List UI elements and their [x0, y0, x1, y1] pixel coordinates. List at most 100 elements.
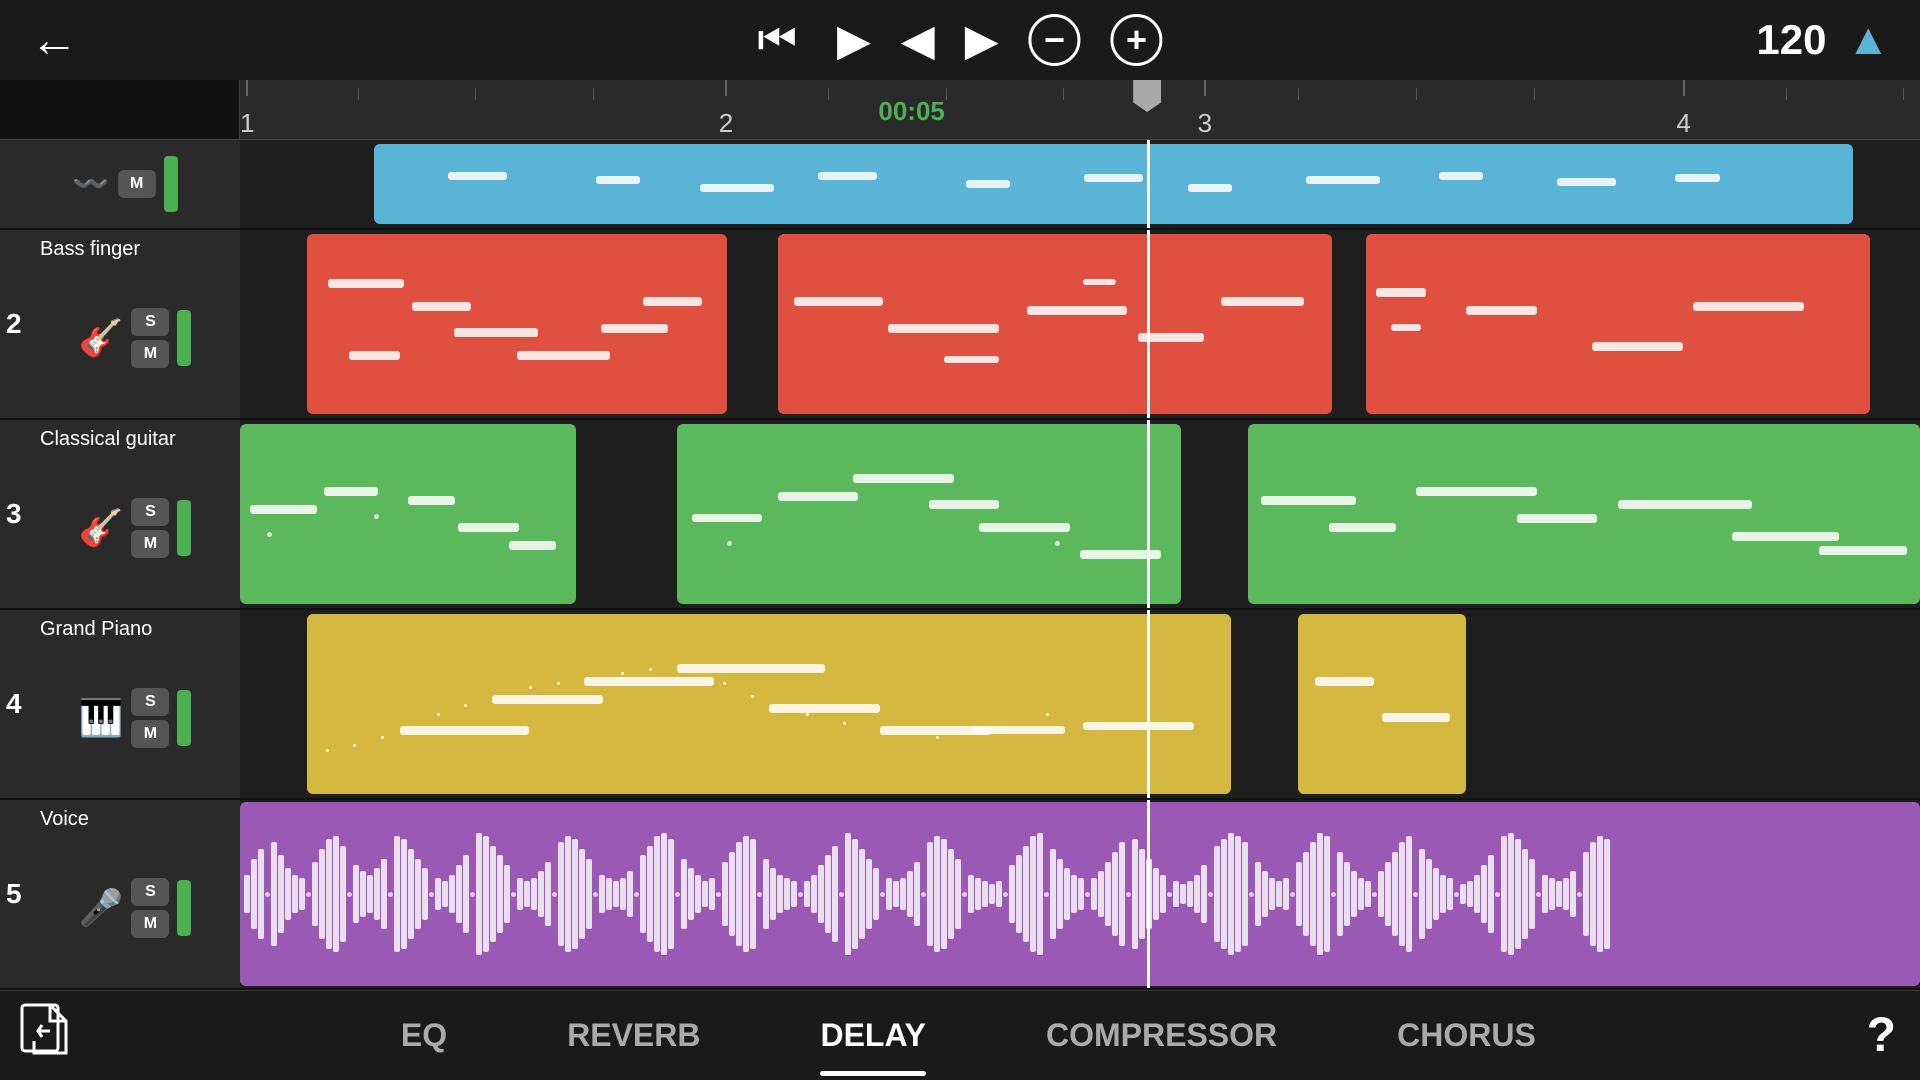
back-button[interactable]: ←	[30, 13, 78, 68]
track-3-s-button[interactable]: S	[131, 498, 169, 526]
wave-bar	[702, 881, 708, 907]
wave-bar	[982, 881, 988, 907]
header: ← ⏮ ▶ ◀ ▶ − + 120 ▲	[0, 0, 1920, 80]
wave-bar	[613, 881, 619, 907]
clip[interactable]	[374, 144, 1852, 224]
track-5-s-button[interactable]: S	[131, 878, 169, 906]
track-row-3: 3 Classical guitar 🎸 S M	[0, 420, 1920, 610]
wave-bar	[394, 836, 400, 952]
clip[interactable]	[1248, 424, 1920, 604]
wave-bar	[1126, 892, 1131, 897]
track-5-clips[interactable]	[240, 800, 1920, 988]
tab-compressor[interactable]: COMPRESSOR	[986, 991, 1337, 1080]
wave-bar	[1187, 881, 1193, 907]
wave-bar	[1009, 865, 1015, 923]
wave-bar	[1474, 875, 1480, 914]
tab-delay[interactable]: DELAY	[760, 991, 986, 1080]
wave-bar	[1454, 892, 1459, 897]
wave-bar	[675, 892, 680, 897]
wave-bar	[859, 849, 865, 939]
wave-bar	[1160, 875, 1166, 914]
wave-bar	[435, 878, 441, 910]
wave-bar	[1146, 859, 1152, 930]
wave-bar	[558, 842, 564, 945]
clip[interactable]	[677, 424, 1181, 604]
wave-bar	[791, 881, 797, 907]
track-1-info: 〰️ M	[0, 140, 240, 228]
wave-bar	[381, 859, 387, 930]
wave-bar	[798, 892, 803, 897]
track-2-s-button[interactable]: S	[131, 308, 169, 336]
wave-bar	[1419, 849, 1425, 939]
wave-bar	[634, 892, 639, 897]
track-row-4: 4 Grand Piano 🎹 S M	[0, 610, 1920, 800]
track-4-s-button[interactable]: S	[131, 688, 169, 716]
tab-chorus[interactable]: CHORUS	[1337, 991, 1596, 1080]
clip[interactable]	[1366, 234, 1870, 414]
ruler[interactable]: 1 2 00:05 3 4 (function(){ const ruler =…	[240, 80, 1920, 139]
tab-reverb[interactable]: REVERB	[507, 991, 760, 1080]
wave-bar	[258, 849, 264, 939]
track-5-m-button[interactable]: M	[131, 910, 169, 938]
wave-bar	[1003, 892, 1008, 897]
track-2-m-button[interactable]: M	[131, 340, 169, 368]
clip[interactable]	[1298, 614, 1466, 794]
track-2-icon: 🎸	[79, 317, 124, 359]
wave-bar	[504, 865, 510, 923]
clip-notes	[307, 614, 1231, 794]
wave-bar	[1112, 852, 1118, 936]
playhead-marker[interactable]	[1133, 80, 1161, 112]
wave-bar	[524, 881, 530, 907]
wave-bar	[312, 862, 318, 926]
wave-bar	[627, 871, 633, 916]
wave-bar	[1098, 871, 1104, 916]
next-button[interactable]: ▶	[965, 15, 999, 66]
track-2-info: 2 Bass finger 🎸 S M	[0, 230, 240, 418]
wave-bar	[832, 846, 838, 943]
wave-bar	[927, 842, 933, 945]
clip[interactable]	[778, 234, 1332, 414]
app-logo: ▲	[1846, 15, 1890, 65]
rewind-button[interactable]: ⏮	[757, 15, 797, 65]
track-3-clips[interactable]	[240, 420, 1920, 608]
clip[interactable]	[307, 234, 727, 414]
track-5-icon: 🎤	[79, 887, 124, 929]
wave-bar	[1180, 884, 1186, 903]
wave-bar	[1201, 865, 1207, 923]
track-1-clips[interactable]	[240, 140, 1920, 228]
wave-bar	[1317, 833, 1323, 955]
track-3-m-button[interactable]: M	[131, 530, 169, 558]
wave-bar	[353, 865, 359, 923]
track-1-m-button[interactable]: M	[118, 170, 156, 198]
zoom-out-button[interactable]: −	[1029, 14, 1081, 66]
wave-bar	[490, 846, 496, 943]
wave-bar	[1399, 842, 1405, 945]
help-button[interactable]: ?	[1867, 1008, 1896, 1063]
tab-eq[interactable]: EQ	[341, 991, 507, 1080]
wave-bar	[1050, 849, 1056, 939]
wave-bar	[736, 842, 742, 945]
import-button[interactable]	[20, 1003, 70, 1068]
wave-bar	[1460, 884, 1466, 903]
wave-bar	[1023, 846, 1029, 943]
track-4-m-button[interactable]: M	[131, 720, 169, 748]
track-4-clips[interactable]	[240, 610, 1920, 798]
wave-bar	[1508, 833, 1514, 955]
wave-bar	[1194, 875, 1200, 914]
wave-bar	[1249, 892, 1254, 897]
wave-bar	[463, 855, 469, 932]
wave-bar	[306, 892, 311, 897]
clip[interactable]	[307, 614, 1231, 794]
wave-bar	[948, 849, 954, 939]
clip[interactable]	[240, 802, 1920, 986]
wave-bar	[565, 836, 571, 952]
wave-bar	[511, 892, 516, 897]
prev-button[interactable]: ◀	[901, 15, 935, 66]
wave-bar	[244, 875, 250, 914]
clip[interactable]	[240, 424, 576, 604]
wave-bar	[1337, 852, 1343, 936]
track-3-icon: 🎸	[79, 507, 124, 549]
zoom-in-button[interactable]: +	[1111, 14, 1163, 66]
play-button[interactable]: ▶	[837, 15, 871, 66]
track-2-clips[interactable]	[240, 230, 1920, 418]
